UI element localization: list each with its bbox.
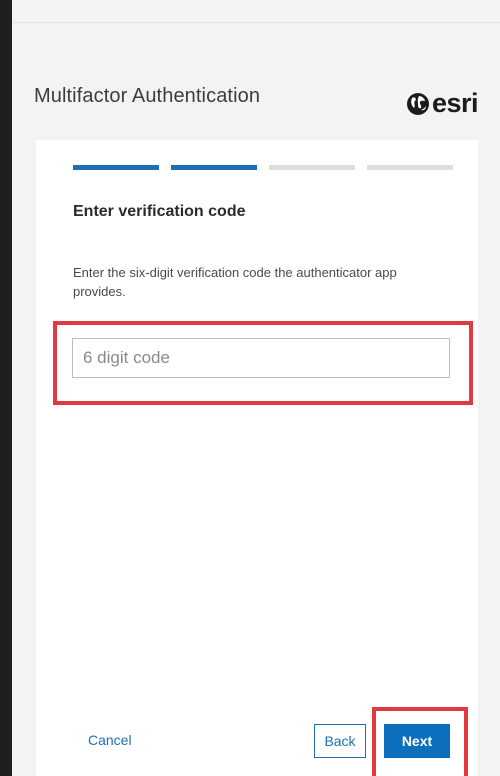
- progress-step-2: [171, 165, 257, 170]
- cancel-link[interactable]: Cancel: [88, 732, 132, 748]
- logo-text: esri: [432, 88, 479, 118]
- verification-code-input[interactable]: [72, 338, 450, 378]
- step-title: Enter verification code: [73, 203, 246, 220]
- back-button[interactable]: Back: [314, 724, 366, 758]
- globe-icon: [406, 92, 430, 116]
- progress-step-3: [269, 165, 355, 170]
- top-bar: [12, 0, 500, 23]
- page-title: Multifactor Authentication: [34, 85, 261, 107]
- mfa-card: Enter verification code Enter the six-di…: [36, 140, 478, 776]
- progress-step-1: [73, 165, 159, 170]
- step-progress: [73, 165, 453, 171]
- next-button[interactable]: Next: [384, 724, 450, 758]
- window-left-edge: [0, 0, 12, 776]
- step-description: Enter the six-digit verification code th…: [73, 265, 397, 299]
- progress-step-4: [367, 165, 453, 170]
- esri-logo: esri: [406, 88, 479, 118]
